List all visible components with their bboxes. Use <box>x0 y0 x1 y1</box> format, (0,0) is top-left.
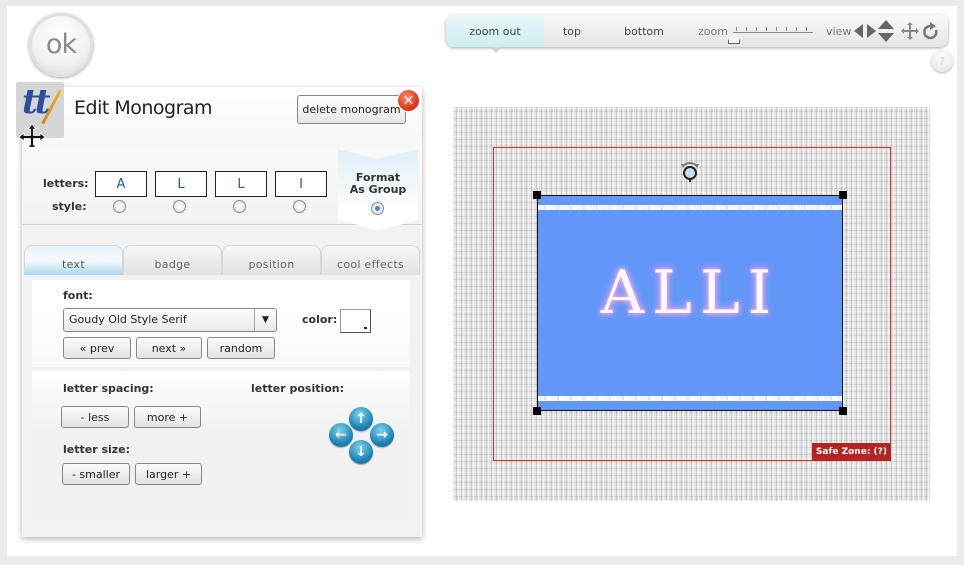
letter-spacing-label: letter spacing: <box>63 382 154 395</box>
move-view-icon[interactable] <box>900 20 920 42</box>
more-spacing-button[interactable]: more + <box>134 406 201 428</box>
resize-handle-top-right[interactable] <box>839 191 847 199</box>
style-radio-2[interactable] <box>173 200 186 213</box>
zoom-slider-ticks <box>736 27 816 31</box>
tab-position[interactable]: position <box>222 245 321 275</box>
format-group-label-line2: As Group <box>349 183 407 196</box>
tab-text[interactable]: text <box>24 245 123 275</box>
safe-zone-label[interactable]: Safe Zone: (?) <box>811 443 891 461</box>
arrow-down-icon[interactable]: ↓ <box>349 440 373 464</box>
random-font-button[interactable]: random <box>207 337 275 359</box>
zoom-slider-track[interactable] <box>733 32 813 33</box>
monogram-text: ALLI <box>600 258 780 328</box>
font-select-value: Goudy Old Style Serif <box>69 313 187 326</box>
style-radio-3[interactable] <box>233 200 246 213</box>
letter-input-4[interactable]: I <box>275 171 327 197</box>
badge-bottom-band <box>538 396 842 401</box>
edit-monogram-panel: tt Edit Monogram delete monogram ✕ lette… <box>16 82 422 537</box>
zoom-label: zoom <box>698 25 728 38</box>
panel-title: Edit Monogram <box>74 97 213 119</box>
font-label: font: <box>63 289 93 302</box>
resize-handle-bottom-right[interactable] <box>839 407 847 415</box>
next-font-button[interactable]: next » <box>136 337 202 359</box>
format-as-group-option[interactable]: Format As Group <box>338 149 418 231</box>
view-bottom-button[interactable]: bottom <box>614 15 674 47</box>
letter-input-2[interactable]: L <box>155 171 207 197</box>
color-label: color: <box>302 313 338 326</box>
arrow-left-icon[interactable]: ← <box>329 423 353 447</box>
monogram-badge[interactable]: ALLI <box>537 195 843 411</box>
letter-position-arrows: ↑ ← → ↓ <box>329 407 395 464</box>
chevron-down-icon: ▼ <box>254 309 276 331</box>
letter-input-1[interactable]: A <box>95 171 147 197</box>
panel-header: tt Edit Monogram delete monogram ✕ <box>16 82 422 151</box>
pan-vertical-icon[interactable] <box>878 20 894 42</box>
pan-horizontal-icon[interactable] <box>854 20 876 42</box>
font-select[interactable]: Goudy Old Style Serif ▼ <box>63 308 277 332</box>
rotate-view-icon[interactable] <box>922 20 940 42</box>
arrow-up-icon[interactable]: ↑ <box>349 407 373 431</box>
letter-size-label: letter size: <box>63 443 131 456</box>
zoom-out-button[interactable]: zoom out <box>446 15 544 47</box>
design-canvas[interactable]: Safe Zone: (?) ALLI <box>453 107 930 501</box>
tab-cool-effects[interactable]: cool effects <box>321 245 420 275</box>
view-top-button[interactable]: top <box>550 15 594 47</box>
editor-tabs: text badge position cool effects <box>24 245 420 275</box>
letters-label: letters: <box>43 177 89 190</box>
format-group-radio[interactable] <box>371 202 384 215</box>
smaller-size-button[interactable]: - smaller <box>62 463 130 485</box>
view-toolbar: zoom out top bottom zoom view <box>446 15 948 47</box>
color-picker[interactable] <box>340 309 371 333</box>
font-section: font: Goudy Old Style Serif ▼ color: « p… <box>32 280 410 367</box>
style-label: style: <box>52 200 87 213</box>
zoom-slider-thumb[interactable] <box>728 32 740 44</box>
resize-handle-top-left[interactable] <box>533 191 541 199</box>
letter-position-label: letter position: <box>251 382 345 395</box>
less-spacing-button[interactable]: - less <box>61 406 129 428</box>
close-icon[interactable]: ✕ <box>398 90 419 111</box>
badge-top-band <box>538 205 842 210</box>
prev-font-button[interactable]: « prev <box>63 337 131 359</box>
spacing-size-section: letter spacing: - less more + letter siz… <box>32 371 410 521</box>
style-radio-4[interactable] <box>293 200 306 213</box>
tab-badge[interactable]: badge <box>123 245 222 275</box>
letter-input-3[interactable]: L <box>215 171 267 197</box>
help-button[interactable]: ? <box>931 50 953 72</box>
view-label: view <box>826 25 852 38</box>
active-view-pointer <box>490 47 502 53</box>
rotate-handle-icon[interactable] <box>680 160 700 182</box>
delete-monogram-button[interactable]: delete monogram <box>297 95 406 124</box>
style-radio-1[interactable] <box>113 200 126 213</box>
ok-label: ok <box>45 28 77 60</box>
resize-handle-bottom-left[interactable] <box>533 407 541 415</box>
ok-button[interactable]: ok <box>29 13 93 77</box>
larger-size-button[interactable]: larger + <box>135 463 202 485</box>
arrow-right-icon[interactable]: → <box>370 423 394 447</box>
